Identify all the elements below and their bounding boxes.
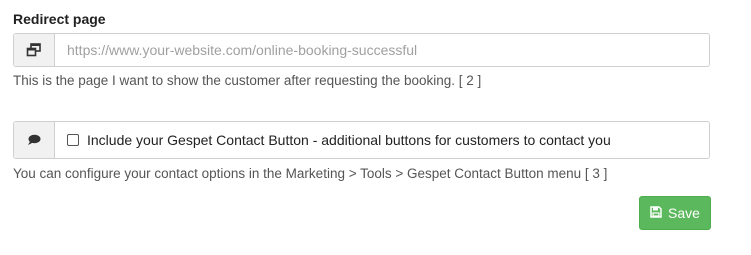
save-button-label: Save [668,205,700,221]
save-button[interactable]: Save [639,196,711,230]
contact-button-checkbox-row[interactable]: Include your Gespet Contact Button - add… [55,122,709,158]
floppy-disk-icon [650,205,662,221]
redirect-url-input[interactable] [55,34,709,66]
contact-button-checkbox[interactable] [67,134,79,146]
redirect-url-group [13,33,710,67]
contact-button-checkbox-label: Include your Gespet Contact Button - add… [87,132,611,148]
redirect-page-title: Redirect page [13,11,106,27]
booking-settings-form: Redirect page This is the page I want to… [0,0,751,255]
contact-button-group: Include your Gespet Contact Button - add… [13,121,710,159]
redirect-help-text: This is the page I want to show the cust… [13,73,482,88]
external-window-icon [14,34,55,66]
speech-bubble-icon [14,122,55,158]
contact-button-help-text: You can configure your contact options i… [13,166,608,181]
